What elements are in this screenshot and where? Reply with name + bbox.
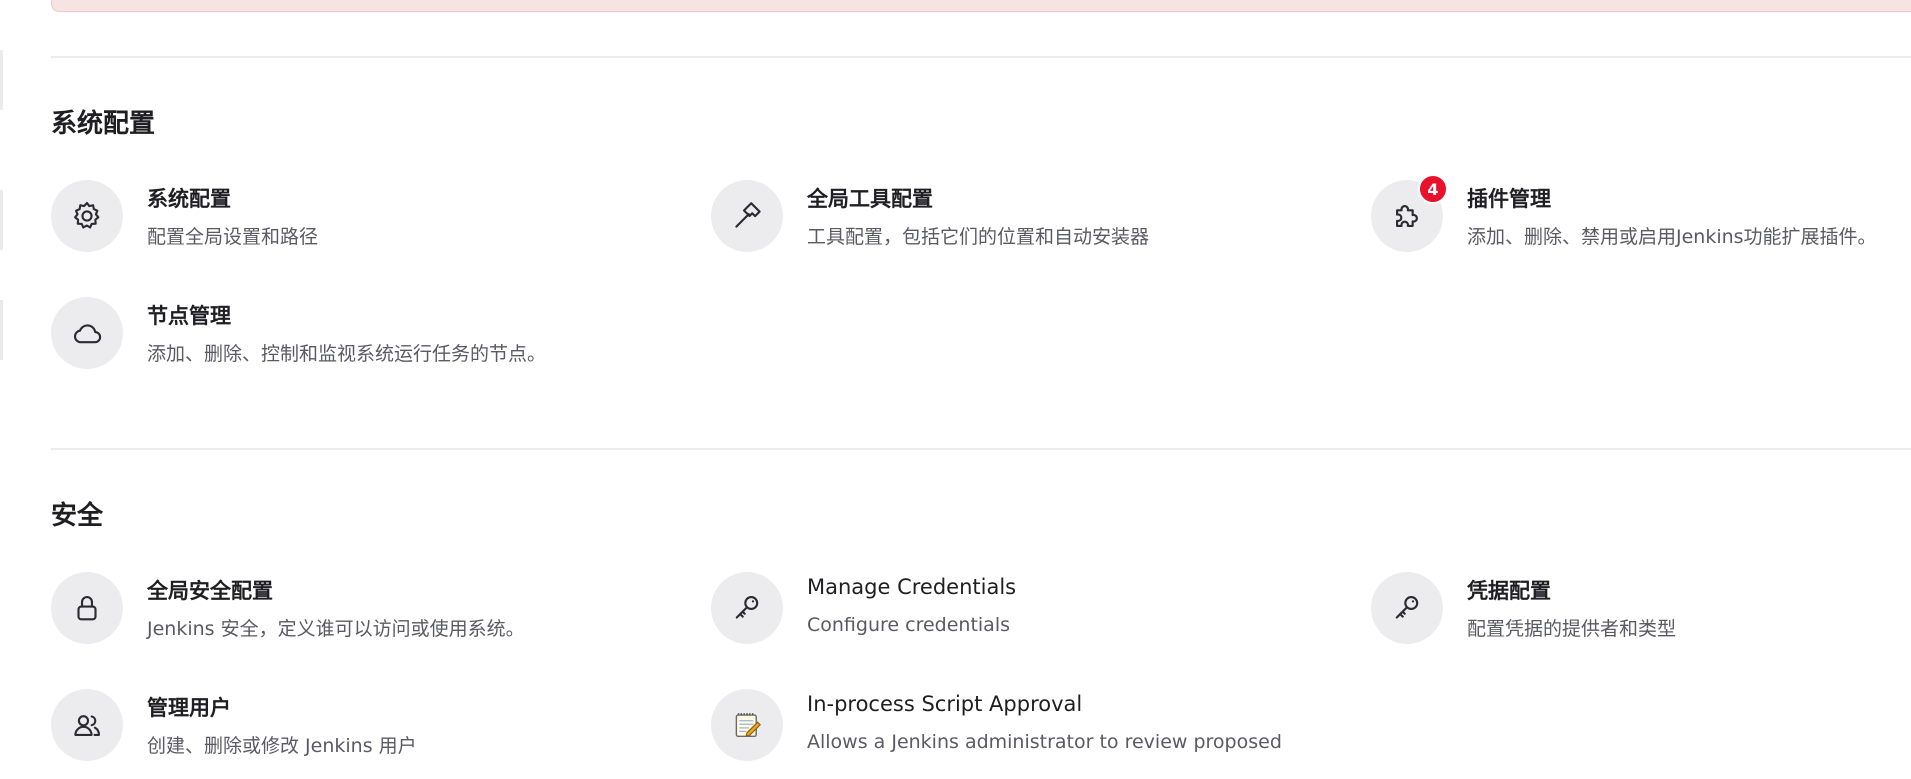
item-title: Manage Credentials: [807, 575, 1017, 599]
key-icon: [1371, 572, 1443, 644]
item-title: 系统配置: [147, 187, 231, 211]
update-count-badge: 4: [1418, 174, 1448, 204]
alert-banner: [51, 0, 1911, 12]
notepad-icon: [711, 689, 783, 761]
item-title: 管理用户: [147, 696, 231, 720]
item-description: Jenkins 安全，定义谁可以访问或使用系统。: [147, 618, 525, 640]
item-description: 添加、删除、控制和监视系统运行任务的节点。: [147, 343, 547, 365]
manage-item-script-approval[interactable]: In-process Script Approval Allows a Jenk…: [711, 689, 1351, 779]
users-icon: [51, 689, 123, 761]
hammer-icon: [711, 180, 783, 252]
item-title: 全局工具配置: [807, 187, 933, 211]
manage-item-users[interactable]: 管理用户 创建、删除或修改 Jenkins 用户: [51, 689, 651, 779]
manage-item-credential-providers[interactable]: 凭据配置 配置凭据的提供者和类型: [1371, 572, 1911, 662]
section-divider: [51, 56, 1911, 58]
item-title: 凭据配置: [1467, 579, 1551, 603]
item-title: 节点管理: [147, 304, 231, 328]
sidebar-edge: [0, 0, 4, 741]
item-description: 创建、删除或修改 Jenkins 用户: [147, 735, 417, 757]
item-title: 全局安全配置: [147, 579, 273, 603]
key-icon: [711, 572, 783, 644]
section-title-system: 系统配置: [51, 109, 156, 139]
section-divider: [51, 448, 1911, 450]
item-title: 插件管理: [1467, 187, 1551, 211]
item-description: Allows a Jenkins administrator to review…: [807, 731, 1282, 753]
gear-icon: [51, 180, 123, 252]
manage-item-global-security[interactable]: 全局安全配置 Jenkins 安全，定义谁可以访问或使用系统。: [51, 572, 651, 662]
manage-item-system-config[interactable]: 系统配置 配置全局设置和路径: [51, 180, 651, 270]
manage-item-credentials[interactable]: Manage Credentials Configure credentials: [711, 572, 1311, 662]
item-description: 工具配置，包括它们的位置和自动安装器: [807, 226, 1150, 248]
item-description: 配置凭据的提供者和类型: [1467, 618, 1677, 640]
lock-icon: [51, 572, 123, 644]
manage-item-plugins[interactable]: 4 插件管理 添加、删除、禁用或启用Jenkins功能扩展插件。: [1371, 174, 1911, 270]
manage-item-nodes[interactable]: 节点管理 添加、删除、控制和监视系统运行任务的节点。: [51, 297, 651, 387]
item-title: In-process Script Approval: [807, 692, 1083, 716]
item-description: 添加、删除、禁用或启用Jenkins功能扩展插件。: [1467, 226, 1877, 248]
item-description: Configure credentials: [807, 614, 1010, 636]
cloud-icon: [51, 297, 123, 369]
manage-item-global-tools[interactable]: 全局工具配置 工具配置，包括它们的位置和自动安装器: [711, 180, 1311, 270]
item-description: 配置全局设置和路径: [147, 226, 319, 248]
section-title-security: 安全: [51, 501, 104, 531]
